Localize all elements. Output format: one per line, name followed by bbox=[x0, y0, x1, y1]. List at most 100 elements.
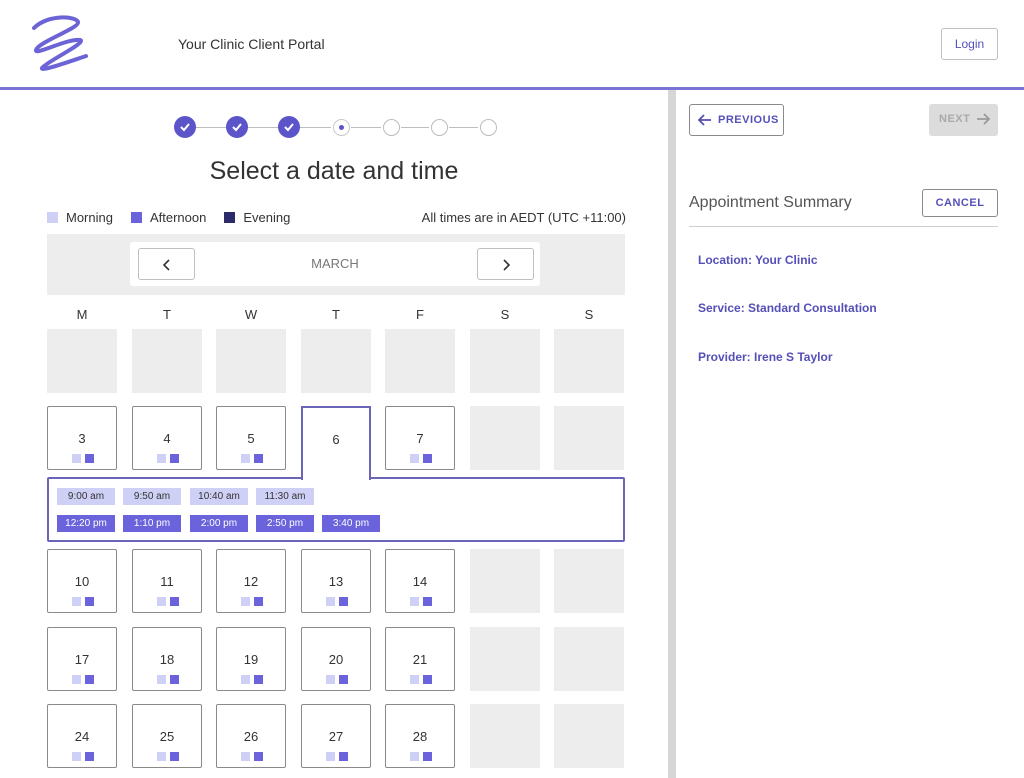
calendar-day[interactable]: 25 bbox=[132, 704, 202, 768]
selected-day-cell[interactable]: 6 bbox=[301, 406, 371, 480]
time-slot-morning[interactable]: 9:00 am bbox=[57, 488, 115, 505]
calendar-day-unavailable bbox=[385, 329, 455, 393]
afternoon-availability-icon bbox=[254, 675, 263, 684]
pane-divider-scrollbar[interactable] bbox=[668, 90, 676, 778]
availability-indicator bbox=[157, 454, 179, 463]
calendar-day[interactable]: 18 bbox=[132, 627, 202, 691]
stepper-connector bbox=[247, 127, 279, 128]
day-number: 25 bbox=[159, 729, 175, 744]
afternoon-availability-icon bbox=[423, 752, 432, 761]
time-slot-afternoon[interactable]: 2:00 pm bbox=[190, 515, 248, 532]
page-title: Select a date and time bbox=[209, 157, 459, 185]
previous-label: PREVIOUS bbox=[718, 114, 779, 126]
morning-availability-icon bbox=[326, 597, 335, 606]
time-slot-afternoon[interactable]: 3:40 pm bbox=[322, 515, 380, 532]
availability-indicator bbox=[157, 597, 179, 606]
selected-day-number: 6 bbox=[332, 432, 340, 447]
legend-afternoon: Afternoon bbox=[130, 210, 206, 225]
calendar-day[interactable]: 24 bbox=[47, 704, 117, 768]
day-number: 17 bbox=[74, 652, 90, 667]
morning-availability-icon bbox=[326, 752, 335, 761]
stepper-connector bbox=[299, 127, 331, 128]
afternoon-availability-icon bbox=[423, 597, 432, 606]
day-number: 10 bbox=[74, 574, 90, 589]
previous-button[interactable]: PREVIOUS bbox=[689, 104, 784, 136]
step-completed bbox=[226, 116, 248, 138]
calendar-day[interactable]: 27 bbox=[301, 704, 371, 768]
calendar-day[interactable]: 13 bbox=[301, 549, 371, 613]
morning-availability-icon bbox=[241, 752, 250, 761]
calendar-day[interactable]: 3 bbox=[47, 406, 117, 470]
morning-swatch-icon bbox=[47, 212, 58, 223]
calendar-day[interactable]: 11 bbox=[132, 549, 202, 613]
time-slot-morning[interactable]: 9:50 am bbox=[123, 488, 181, 505]
day-number: 27 bbox=[328, 729, 344, 744]
afternoon-availability-icon bbox=[254, 454, 263, 463]
arrow-left-icon bbox=[698, 114, 711, 126]
calendar-day[interactable]: 20 bbox=[301, 627, 371, 691]
legend-evening: Evening bbox=[224, 210, 290, 225]
calendar-day[interactable]: 4 bbox=[132, 406, 202, 470]
time-slot-afternoon[interactable]: 1:10 pm bbox=[123, 515, 181, 532]
calendar-day[interactable]: 19 bbox=[216, 627, 286, 691]
next-month-button[interactable] bbox=[477, 248, 534, 280]
time-slot-afternoon[interactable]: 12:20 pm bbox=[57, 515, 115, 532]
day-number: 18 bbox=[159, 652, 175, 667]
summary-title: Appointment Summary bbox=[689, 194, 852, 211]
afternoon-availability-icon bbox=[254, 597, 263, 606]
afternoon-availability-icon bbox=[339, 752, 348, 761]
step-pending bbox=[383, 119, 400, 136]
calendar-day-unavailable bbox=[554, 329, 624, 393]
step-pending bbox=[431, 119, 448, 136]
availability-indicator bbox=[72, 752, 94, 761]
stepper-connector bbox=[401, 127, 429, 128]
calendar-day[interactable]: 5 bbox=[216, 406, 286, 470]
availability-indicator bbox=[410, 454, 432, 463]
calendar-day[interactable]: 26 bbox=[216, 704, 286, 768]
calendar-day[interactable]: 12 bbox=[216, 549, 286, 613]
portal-title: Your Clinic Client Portal bbox=[178, 36, 325, 52]
time-slot-morning[interactable]: 11:30 am bbox=[256, 488, 314, 505]
calendar-day[interactable]: 14 bbox=[385, 549, 455, 613]
time-slot-afternoon[interactable]: 2:50 pm bbox=[256, 515, 314, 532]
availability-indicator bbox=[241, 675, 263, 684]
check-icon bbox=[284, 123, 294, 132]
day-number: 4 bbox=[163, 431, 171, 446]
calendar-day[interactable]: 17 bbox=[47, 627, 117, 691]
month-selector: MARCH bbox=[130, 242, 540, 286]
day-number: 28 bbox=[412, 729, 428, 744]
afternoon-swatch-icon bbox=[130, 212, 142, 223]
summary-provider: Provider: Irene S Taylor bbox=[698, 350, 833, 364]
evening-swatch-icon bbox=[224, 212, 236, 223]
calendar-day[interactable]: 10 bbox=[47, 549, 117, 613]
check-icon bbox=[232, 123, 242, 132]
next-button[interactable]: NEXT bbox=[929, 104, 998, 136]
afternoon-availability-icon bbox=[254, 752, 263, 761]
weekday-header: T bbox=[163, 307, 171, 322]
availability-indicator bbox=[72, 454, 94, 463]
calendar-day-unavailable bbox=[470, 329, 540, 393]
login-button[interactable]: Login bbox=[941, 28, 998, 60]
day-number: 26 bbox=[243, 729, 259, 744]
time-slots-panel: 9:00 am 9:50 am 10:40 am 11:30 am 12:20 pm 1:… bbox=[47, 477, 625, 542]
calendar-day-unavailable bbox=[470, 704, 540, 768]
morning-availability-icon bbox=[157, 752, 166, 761]
calendar-day[interactable]: 7 bbox=[385, 406, 455, 470]
cancel-button[interactable]: CANCEL bbox=[922, 189, 998, 217]
morning-availability-icon bbox=[410, 675, 419, 684]
stepper-connector bbox=[195, 127, 227, 128]
time-slot-morning[interactable]: 10:40 am bbox=[190, 488, 248, 505]
timezone-note: All times are in AEDT (UTC +11:00) bbox=[421, 210, 626, 225]
availability-indicator bbox=[326, 675, 348, 684]
legend-morning: Morning bbox=[47, 210, 113, 225]
weekday-header: F bbox=[416, 307, 424, 322]
calendar-day-unavailable bbox=[132, 329, 202, 393]
step-pending bbox=[480, 119, 497, 136]
afternoon-availability-icon bbox=[85, 597, 94, 606]
morning-availability-icon bbox=[241, 454, 250, 463]
calendar-day[interactable]: 28 bbox=[385, 704, 455, 768]
calendar-day-unavailable bbox=[554, 704, 624, 768]
calendar-day[interactable]: 21 bbox=[385, 627, 455, 691]
chevron-right-icon bbox=[503, 259, 511, 271]
afternoon-availability-icon bbox=[170, 752, 179, 761]
